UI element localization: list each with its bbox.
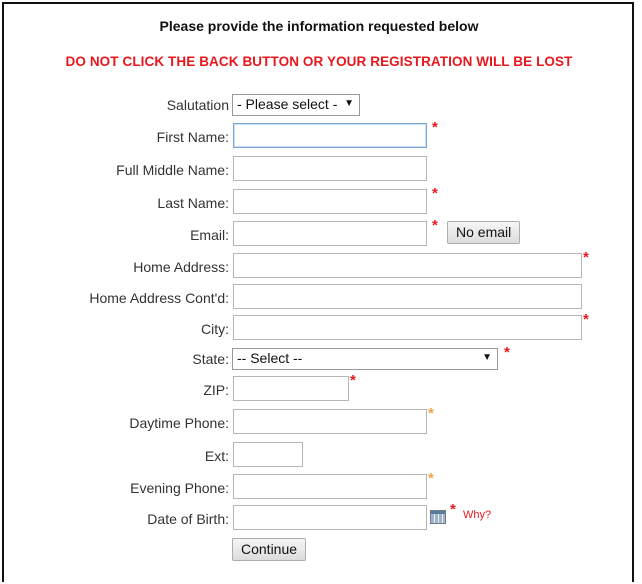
required-marker: *	[583, 311, 589, 328]
zip-label: ZIP:	[203, 382, 229, 398]
required-marker: *	[504, 344, 510, 361]
no-email-button[interactable]: No email	[447, 221, 521, 244]
salutation-selected-value: - Please select -	[237, 96, 338, 112]
zip-input[interactable]	[233, 376, 349, 401]
home-address-input[interactable]	[233, 253, 582, 278]
state-select[interactable]: -- Select -- ▼	[232, 348, 498, 370]
evening-phone-label: Evening Phone:	[130, 480, 229, 496]
continue-button[interactable]: Continue	[232, 538, 307, 561]
required-marker: *	[428, 405, 434, 422]
evening-phone-row: Evening Phone: *	[0, 470, 642, 502]
why-link[interactable]: Why?	[463, 509, 491, 521]
ext-row: Ext:	[0, 442, 642, 470]
required-marker: *	[432, 119, 438, 136]
dob-input[interactable]	[233, 505, 427, 530]
salutation-row: Salutation - Please select - ▼	[0, 94, 642, 122]
city-input[interactable]	[233, 315, 582, 340]
evening-phone-input[interactable]	[233, 474, 427, 499]
dob-label: Date of Birth:	[147, 511, 229, 527]
calendar-icon[interactable]	[430, 510, 446, 524]
required-marker: *	[583, 249, 589, 266]
daytime-phone-label: Daytime Phone:	[129, 415, 229, 431]
last-name-row: Last Name: *	[0, 185, 642, 217]
continue-row: Continue	[0, 538, 642, 566]
chevron-down-icon: ▼	[344, 98, 354, 109]
city-row: City: *	[0, 311, 642, 343]
home-address-2-label: Home Address Cont'd:	[89, 290, 229, 306]
daytime-phone-row: Daytime Phone: *	[0, 405, 642, 437]
required-marker: *	[432, 217, 438, 234]
first-name-row: First Name: *	[0, 119, 642, 151]
ext-label: Ext:	[204, 448, 229, 464]
home-address-row: Home Address: *	[0, 249, 642, 281]
state-label: State:	[192, 351, 229, 367]
required-marker: *	[350, 372, 356, 389]
required-marker: *	[432, 185, 438, 202]
dob-row: Date of Birth: * Why?	[0, 501, 642, 533]
page-title: Please provide the information requested…	[159, 18, 479, 34]
email-input[interactable]	[233, 221, 427, 246]
back-button-warning: DO NOT CLICK THE BACK BUTTON OR YOUR REG…	[65, 54, 573, 69]
middle-name-label: Full Middle Name:	[116, 162, 229, 178]
home-address-label: Home Address:	[133, 259, 229, 275]
email-row: Email: * No email	[0, 217, 642, 249]
first-name-label: First Name:	[156, 129, 229, 145]
chevron-down-icon: ▼	[482, 352, 492, 363]
zip-row: ZIP: *	[0, 372, 642, 404]
home-address-2-row: Home Address Cont'd:	[0, 284, 642, 312]
salutation-label: Salutation	[166, 97, 229, 113]
home-address-2-input[interactable]	[233, 284, 582, 309]
middle-name-row: Full Middle Name:	[0, 156, 642, 184]
email-label: Email:	[190, 227, 229, 243]
salutation-select[interactable]: - Please select - ▼	[232, 94, 360, 116]
required-marker: *	[450, 501, 456, 518]
state-selected-value: -- Select --	[237, 350, 303, 366]
city-label: City:	[201, 321, 229, 337]
last-name-input[interactable]	[233, 189, 427, 214]
ext-input[interactable]	[233, 442, 303, 467]
state-row: State: -- Select -- ▼ *	[0, 344, 642, 376]
first-name-input[interactable]	[233, 123, 427, 148]
required-marker: *	[428, 470, 434, 487]
last-name-label: Last Name:	[157, 195, 229, 211]
middle-name-input[interactable]	[233, 156, 427, 181]
daytime-phone-input[interactable]	[233, 409, 427, 434]
